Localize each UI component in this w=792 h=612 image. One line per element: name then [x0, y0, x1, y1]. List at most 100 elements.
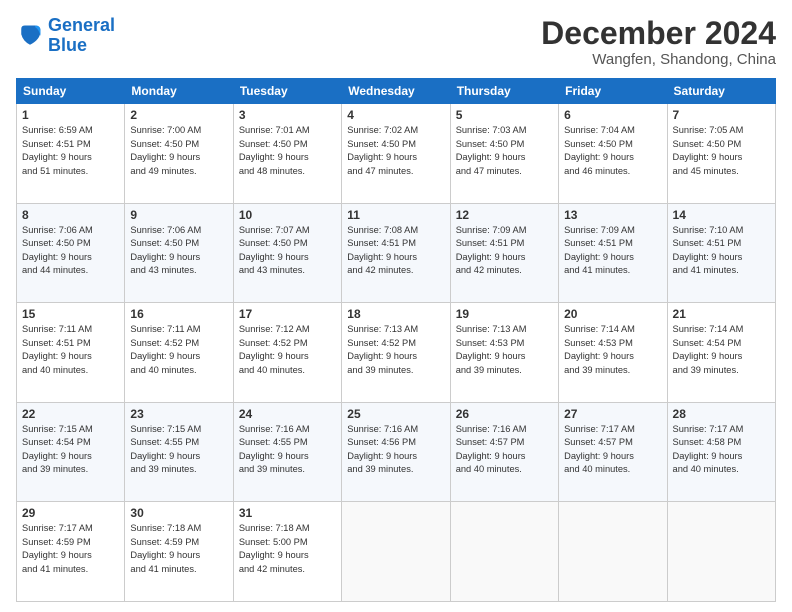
day-info: Sunrise: 7:03 AM Sunset: 4:50 PM Dayligh… [456, 124, 553, 178]
logo-icon [16, 22, 44, 50]
day-info: Sunrise: 7:17 AM Sunset: 4:57 PM Dayligh… [564, 423, 661, 477]
calendar-header: SundayMondayTuesdayWednesdayThursdayFrid… [17, 79, 776, 104]
month-title: December 2024 [541, 16, 776, 51]
day-number: 14 [673, 208, 770, 222]
day-cell: 22 Sunrise: 7:15 AM Sunset: 4:54 PM Dayli… [17, 402, 125, 502]
header-cell-monday: Monday [125, 79, 233, 104]
day-info: Sunrise: 7:14 AM Sunset: 4:54 PM Dayligh… [673, 323, 770, 377]
header-cell-thursday: Thursday [450, 79, 558, 104]
day-info: Sunrise: 7:16 AM Sunset: 4:56 PM Dayligh… [347, 423, 444, 477]
day-number: 21 [673, 307, 770, 321]
header-cell-sunday: Sunday [17, 79, 125, 104]
day-cell: 7 Sunrise: 7:05 AM Sunset: 4:50 PM Daylig… [667, 104, 775, 204]
day-cell: 14Sunrise: 7:10 AM Sunset: 4:51 PM Dayli… [667, 203, 775, 303]
day-number: 4 [347, 108, 444, 122]
day-number: 28 [673, 407, 770, 421]
day-cell: 28 Sunrise: 7:17 AM Sunset: 4:58 PM Dayli… [667, 402, 775, 502]
day-number: 19 [456, 307, 553, 321]
day-info: Sunrise: 7:00 AM Sunset: 4:50 PM Dayligh… [130, 124, 227, 178]
day-info: Sunrise: 7:11 AM Sunset: 4:51 PM Dayligh… [22, 323, 119, 377]
day-number: 18 [347, 307, 444, 321]
day-number: 10 [239, 208, 336, 222]
day-info: Sunrise: 7:18 AM Sunset: 5:00 PM Dayligh… [239, 522, 336, 576]
day-cell: 17Sunrise: 7:12 AM Sunset: 4:52 PM Dayli… [233, 303, 341, 403]
day-cell: 21 Sunrise: 7:14 AM Sunset: 4:54 PM Dayli… [667, 303, 775, 403]
logo-line1: General [48, 15, 115, 35]
day-info: Sunrise: 7:13 AM Sunset: 4:52 PM Dayligh… [347, 323, 444, 377]
day-cell: 11Sunrise: 7:08 AM Sunset: 4:51 PM Dayli… [342, 203, 450, 303]
day-cell: 15Sunrise: 7:11 AM Sunset: 4:51 PM Dayli… [17, 303, 125, 403]
day-cell: 16Sunrise: 7:11 AM Sunset: 4:52 PM Dayli… [125, 303, 233, 403]
day-cell: 26 Sunrise: 7:16 AM Sunset: 4:57 PM Dayli… [450, 402, 558, 502]
header-cell-friday: Friday [559, 79, 667, 104]
day-cell: 24 Sunrise: 7:16 AM Sunset: 4:55 PM Dayli… [233, 402, 341, 502]
day-number: 20 [564, 307, 661, 321]
day-info: Sunrise: 7:15 AM Sunset: 4:55 PM Dayligh… [130, 423, 227, 477]
day-number: 22 [22, 407, 119, 421]
calendar-body: 1Sunrise: 6:59 AM Sunset: 4:51 PM Daylig… [17, 104, 776, 602]
day-number: 2 [130, 108, 227, 122]
day-info: Sunrise: 7:07 AM Sunset: 4:50 PM Dayligh… [239, 224, 336, 278]
day-cell: 27 Sunrise: 7:17 AM Sunset: 4:57 PM Dayli… [559, 402, 667, 502]
header-row: SundayMondayTuesdayWednesdayThursdayFrid… [17, 79, 776, 104]
week-row-1: 8 Sunrise: 7:06 AM Sunset: 4:50 PM Daylig… [17, 203, 776, 303]
day-cell: 6 Sunrise: 7:04 AM Sunset: 4:50 PM Daylig… [559, 104, 667, 204]
day-number: 26 [456, 407, 553, 421]
day-info: Sunrise: 7:08 AM Sunset: 4:51 PM Dayligh… [347, 224, 444, 278]
week-row-0: 1Sunrise: 6:59 AM Sunset: 4:51 PM Daylig… [17, 104, 776, 204]
day-number: 7 [673, 108, 770, 122]
day-number: 6 [564, 108, 661, 122]
logo-text: General Blue [48, 16, 115, 56]
day-cell: 13 Sunrise: 7:09 AM Sunset: 4:51 PM Dayli… [559, 203, 667, 303]
logo: General Blue [16, 16, 115, 56]
day-number: 13 [564, 208, 661, 222]
title-block: December 2024 Wangfen, Shandong, China [541, 16, 776, 68]
day-number: 25 [347, 407, 444, 421]
day-cell: 5 Sunrise: 7:03 AM Sunset: 4:50 PM Daylig… [450, 104, 558, 204]
day-info: Sunrise: 7:09 AM Sunset: 4:51 PM Dayligh… [456, 224, 553, 278]
day-number: 31 [239, 506, 336, 520]
day-cell: 12Sunrise: 7:09 AM Sunset: 4:51 PM Dayli… [450, 203, 558, 303]
day-cell: 10 Sunrise: 7:07 AM Sunset: 4:50 PM Dayli… [233, 203, 341, 303]
day-number: 9 [130, 208, 227, 222]
day-cell [559, 502, 667, 602]
day-info: Sunrise: 7:01 AM Sunset: 4:50 PM Dayligh… [239, 124, 336, 178]
day-info: Sunrise: 7:15 AM Sunset: 4:54 PM Dayligh… [22, 423, 119, 477]
day-info: Sunrise: 7:06 AM Sunset: 4:50 PM Dayligh… [22, 224, 119, 278]
day-number: 27 [564, 407, 661, 421]
day-info: Sunrise: 7:17 AM Sunset: 4:58 PM Dayligh… [673, 423, 770, 477]
day-info: Sunrise: 7:16 AM Sunset: 4:55 PM Dayligh… [239, 423, 336, 477]
day-cell [342, 502, 450, 602]
day-cell: 23Sunrise: 7:15 AM Sunset: 4:55 PM Dayli… [125, 402, 233, 502]
day-cell: 4 Sunrise: 7:02 AM Sunset: 4:50 PM Daylig… [342, 104, 450, 204]
day-cell: 18 Sunrise: 7:13 AM Sunset: 4:52 PM Dayli… [342, 303, 450, 403]
day-info: Sunrise: 7:09 AM Sunset: 4:51 PM Dayligh… [564, 224, 661, 278]
day-number: 17 [239, 307, 336, 321]
day-info: Sunrise: 7:04 AM Sunset: 4:50 PM Dayligh… [564, 124, 661, 178]
day-info: Sunrise: 7:18 AM Sunset: 4:59 PM Dayligh… [130, 522, 227, 576]
day-info: Sunrise: 7:05 AM Sunset: 4:50 PM Dayligh… [673, 124, 770, 178]
day-info: Sunrise: 7:17 AM Sunset: 4:59 PM Dayligh… [22, 522, 119, 576]
header-cell-saturday: Saturday [667, 79, 775, 104]
day-cell: 19 Sunrise: 7:13 AM Sunset: 4:53 PM Dayli… [450, 303, 558, 403]
day-number: 24 [239, 407, 336, 421]
day-info: Sunrise: 7:16 AM Sunset: 4:57 PM Dayligh… [456, 423, 553, 477]
day-number: 16 [130, 307, 227, 321]
day-info: Sunrise: 7:02 AM Sunset: 4:50 PM Dayligh… [347, 124, 444, 178]
day-info: Sunrise: 7:14 AM Sunset: 4:53 PM Dayligh… [564, 323, 661, 377]
location: Wangfen, Shandong, China [541, 51, 776, 68]
day-cell: 20 Sunrise: 7:14 AM Sunset: 4:53 PM Dayli… [559, 303, 667, 403]
logo-line2: Blue [48, 35, 87, 55]
day-cell [667, 502, 775, 602]
day-number: 5 [456, 108, 553, 122]
day-info: Sunrise: 7:06 AM Sunset: 4:50 PM Dayligh… [130, 224, 227, 278]
day-cell [450, 502, 558, 602]
day-info: Sunrise: 6:59 AM Sunset: 4:51 PM Dayligh… [22, 124, 119, 178]
day-info: Sunrise: 7:13 AM Sunset: 4:53 PM Dayligh… [456, 323, 553, 377]
day-number: 8 [22, 208, 119, 222]
week-row-2: 15Sunrise: 7:11 AM Sunset: 4:51 PM Dayli… [17, 303, 776, 403]
header-cell-wednesday: Wednesday [342, 79, 450, 104]
day-cell: 9 Sunrise: 7:06 AM Sunset: 4:50 PM Daylig… [125, 203, 233, 303]
day-cell: 3Sunrise: 7:01 AM Sunset: 4:50 PM Daylig… [233, 104, 341, 204]
page: General Blue December 2024 Wangfen, Shan… [0, 0, 792, 612]
